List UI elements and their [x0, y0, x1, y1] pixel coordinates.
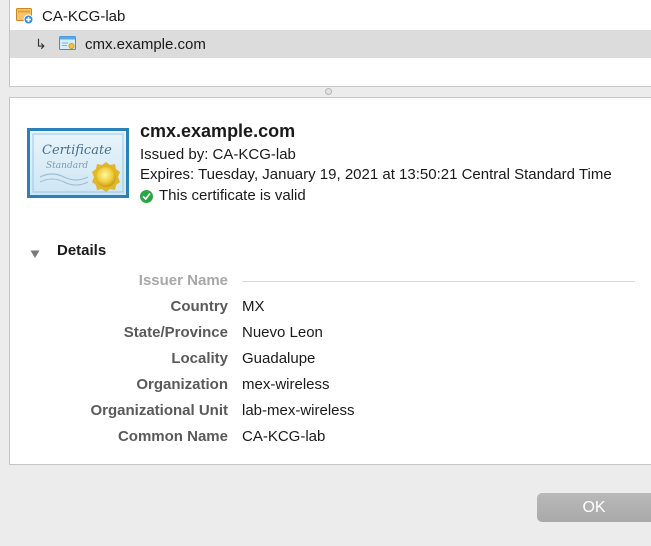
field-value: MX	[242, 298, 265, 315]
field-value: Nuevo Leon	[242, 324, 323, 341]
certificate-details-panel: Certificate Standard cmx.example.com Iss…	[9, 97, 651, 465]
certificate-image-icon: Certificate Standard	[26, 127, 130, 199]
field-label: Country	[170, 298, 229, 315]
section-label: Issuer Name	[138, 272, 228, 289]
ok-button[interactable]: OK	[537, 493, 651, 522]
chain-item-leaf-label: cmx.example.com	[85, 35, 206, 53]
field-row-state-province: State/Province Nuevo Leon	[10, 320, 651, 346]
validity-status: This certificate is valid	[140, 186, 640, 206]
certificate-chain-list: CA-KCG-lab ↳ cmx.example.com	[9, 0, 651, 87]
field-label: Organization	[136, 376, 228, 393]
pane-splitter[interactable]	[0, 86, 651, 97]
certificate-icon	[59, 36, 77, 52]
field-label: State/Province	[123, 324, 228, 341]
details-disclosure[interactable]: Details	[30, 242, 106, 259]
section-divider	[242, 281, 635, 282]
field-value: Guadalupe	[242, 350, 316, 367]
field-value: mex-wireless	[242, 376, 330, 393]
certificate-common-name: cmx.example.com	[140, 121, 296, 141]
child-arrow-icon: ↳	[35, 35, 47, 52]
field-row-common-name: Common Name CA-KCG-lab	[10, 424, 651, 450]
field-label: Organizational Unit	[90, 402, 228, 419]
field-label: Locality	[171, 350, 228, 367]
svg-text:Standard: Standard	[46, 161, 88, 171]
details-header-label: Details	[57, 242, 107, 259]
field-row-organizational-unit: Organizational Unit lab-mex-wireless	[10, 398, 651, 424]
chain-item-root[interactable]: CA-KCG-lab	[10, 2, 651, 30]
root-certificate-icon	[16, 8, 34, 25]
certificate-expiration: Expires: Tuesday, January 19, 2021 at 13…	[140, 166, 612, 183]
svg-text:Certificate: Certificate	[42, 143, 112, 158]
certificate-issuer: Issued by: CA-KCG-lab	[140, 146, 296, 163]
valid-checkmark-icon	[140, 189, 153, 203]
certificate-summary: cmx.example.com Issued by: CA-KCG-lab Ex…	[140, 120, 640, 206]
field-row-country: Country MX	[10, 294, 651, 320]
field-value: CA-KCG-lab	[242, 428, 326, 445]
field-label: Common Name	[117, 428, 228, 445]
field-value: lab-mex-wireless	[242, 402, 355, 419]
splitter-handle-icon[interactable]	[325, 88, 332, 95]
details-field-table: Issuer Name Country MX State/Province Nu…	[10, 268, 651, 450]
chain-item-leaf[interactable]: ↳ cmx.example.com	[10, 30, 651, 58]
section-header-issuer-name: Issuer Name	[10, 268, 651, 294]
validity-status-text: This certificate is valid	[159, 187, 306, 204]
field-row-organization: Organization mex-wireless	[10, 372, 651, 398]
disclosure-triangle-icon[interactable]	[30, 246, 40, 258]
field-row-locality: Locality Guadalupe	[10, 346, 651, 372]
chain-item-root-label: CA-KCG-lab	[42, 7, 126, 25]
